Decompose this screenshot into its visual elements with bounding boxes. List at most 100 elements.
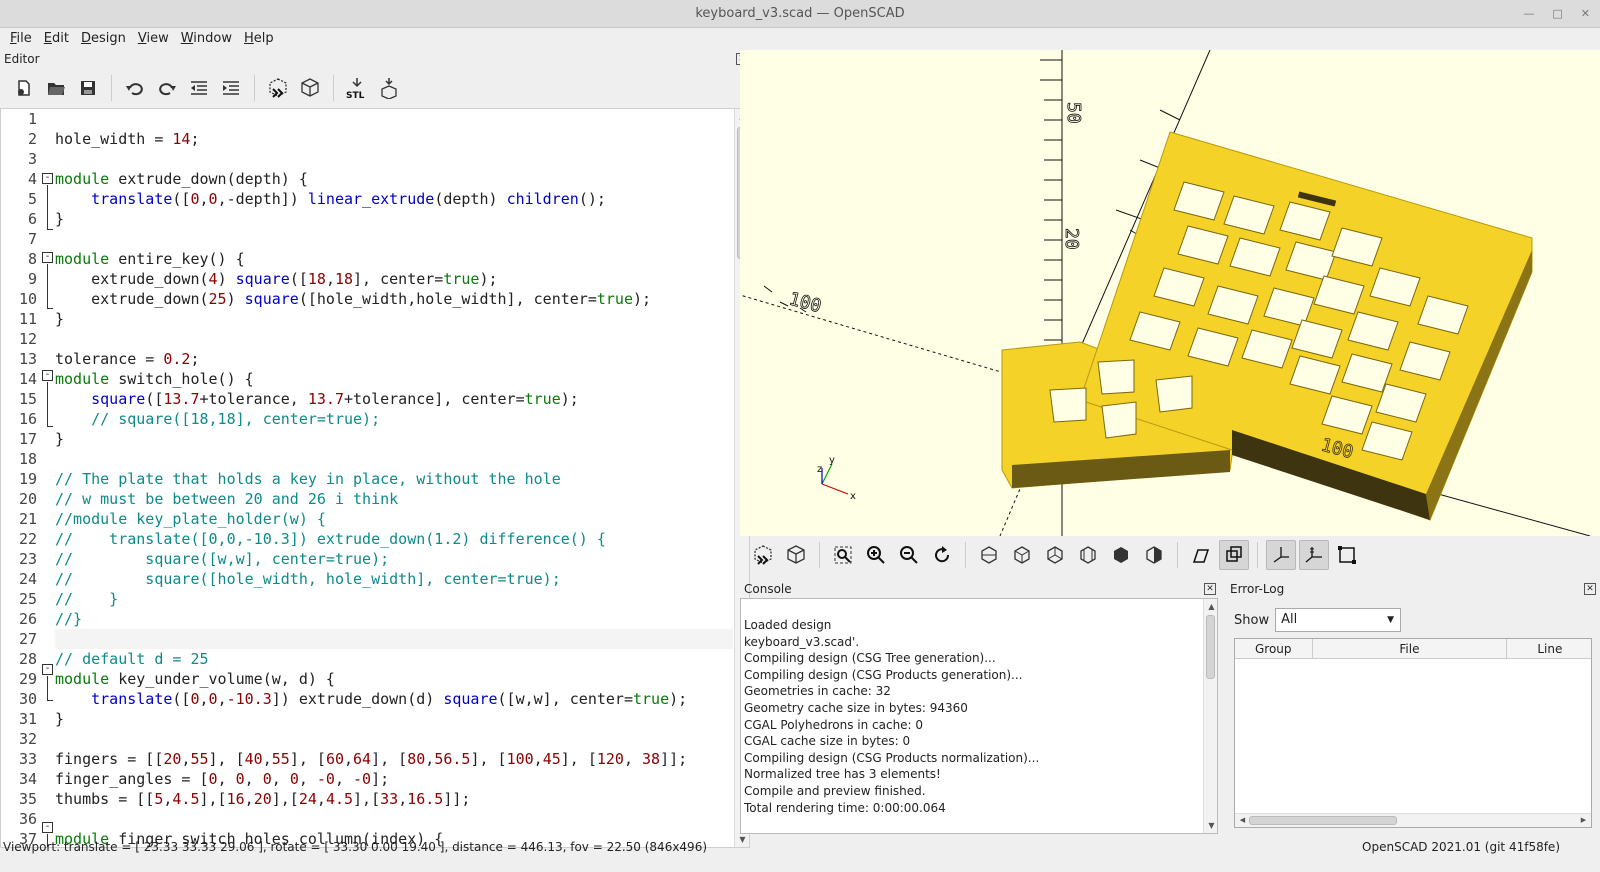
show-scale-icon[interactable] <box>1299 540 1329 570</box>
minimize-button[interactable]: — <box>1523 0 1534 28</box>
send-to-print-icon[interactable] <box>375 74 403 102</box>
error-log-horizontal-scrollbar[interactable]: ◀ ▶ <box>1235 813 1591 827</box>
menu-file[interactable]: File <box>4 28 38 50</box>
code-line[interactable]: } <box>55 309 733 329</box>
error-log-close-button[interactable]: ✕ <box>1584 583 1596 595</box>
code-line[interactable]: } <box>55 709 733 729</box>
code-line[interactable]: // } <box>55 589 733 609</box>
scroll-down-arrow-icon[interactable]: ▼ <box>1206 820 1217 831</box>
render-icon[interactable] <box>781 540 811 570</box>
fold-toggle[interactable]: - <box>42 173 53 184</box>
column-file[interactable]: File <box>1313 639 1508 658</box>
code-line[interactable] <box>55 629 733 649</box>
column-line[interactable]: Line <box>1507 639 1591 658</box>
scrollbar-thumb[interactable] <box>1206 615 1215 679</box>
export-stl-icon[interactable]: STL <box>343 74 371 102</box>
view-bottom-icon[interactable] <box>1040 540 1070 570</box>
code-line[interactable]: module key_under_volume(w, d) { <box>55 669 733 689</box>
reset-view-icon[interactable] <box>927 540 957 570</box>
scroll-left-arrow-icon[interactable]: ◀ <box>1237 815 1248 826</box>
code-line[interactable] <box>55 229 733 249</box>
error-log-table[interactable]: Group File Line ◀ ▶ <box>1234 638 1592 828</box>
code-line[interactable]: module switch_hole() { <box>55 369 733 389</box>
code-line[interactable]: // w must be between 20 and 26 i think <box>55 489 733 509</box>
code-line[interactable]: module entire_key() { <box>55 249 733 269</box>
perspective-icon[interactable] <box>1186 540 1216 570</box>
code-line[interactable]: fingers = [[20,55], [40,55], [60,64], [8… <box>55 749 733 769</box>
show-filter-select[interactable]: All ▼ <box>1275 608 1402 632</box>
show-edges-icon[interactable] <box>1332 540 1362 570</box>
code-line[interactable]: extrude_down(4) square([18,18], center=t… <box>55 269 733 289</box>
code-line[interactable]: // square([18,18], center=true); <box>55 409 733 429</box>
console-line: Normalized tree has 3 elements! <box>744 767 941 782</box>
view-right-icon[interactable] <box>974 540 1004 570</box>
code-line[interactable] <box>55 729 733 749</box>
menu-window[interactable]: Window <box>175 28 238 50</box>
menu-help[interactable]: Help <box>238 28 280 50</box>
code-line[interactable]: //module key_plate_holder(w) { <box>55 509 733 529</box>
code-line[interactable]: translate([0,0,-depth]) linear_extrude(d… <box>55 189 733 209</box>
zoom-out-icon[interactable] <box>894 540 924 570</box>
zoom-in-icon[interactable] <box>861 540 891 570</box>
code-line[interactable] <box>55 809 733 829</box>
code-line[interactable]: // translate([0,0,-10.3]) extrude_down(1… <box>55 529 733 549</box>
fold-toggle[interactable]: - <box>42 822 53 833</box>
unindent-icon[interactable] <box>185 74 213 102</box>
menu-design[interactable]: Design <box>75 28 132 50</box>
fold-toggle[interactable]: - <box>42 252 53 263</box>
code-line[interactable] <box>55 449 733 469</box>
scrollbar-thumb[interactable] <box>1249 816 1397 825</box>
code-line[interactable]: // square([hole_width, hole_width], cent… <box>55 569 733 589</box>
console-scrollbar[interactable]: ▲ ▼ <box>1203 599 1217 833</box>
render-icon[interactable] <box>296 74 324 102</box>
code-line[interactable]: module extrude_down(depth) { <box>55 169 733 189</box>
orthogonal-icon[interactable] <box>1219 540 1249 570</box>
code-line[interactable]: finger_angles = [0, 0, 0, 0, -0, -0]; <box>55 769 733 789</box>
close-window-button[interactable]: ✕ <box>1581 0 1590 28</box>
view-left-icon[interactable] <box>1073 540 1103 570</box>
code-editor[interactable]: 1 2 3 4 5 6 7 8 9 10 11 12 13 14 15 16 1… <box>0 108 750 848</box>
scroll-right-arrow-icon[interactable]: ▶ <box>1578 815 1589 826</box>
show-axes-icon[interactable] <box>1266 540 1296 570</box>
code-line[interactable]: tolerance = 0.2; <box>55 349 733 369</box>
view-front-icon[interactable] <box>1106 540 1136 570</box>
view-back-icon[interactable] <box>1139 540 1169 570</box>
console-output[interactable]: Loaded design keyboard_v3.scad'. Compili… <box>740 598 1218 834</box>
column-group[interactable]: Group <box>1235 639 1313 658</box>
code-line[interactable]: hole_width = 14; <box>55 129 733 149</box>
code-line[interactable] <box>55 329 733 349</box>
scale-label: 100 <box>787 289 824 318</box>
preview-icon[interactable] <box>264 74 292 102</box>
view-all-icon[interactable] <box>828 540 858 570</box>
redo-icon[interactable] <box>153 74 181 102</box>
code-line[interactable]: square([13.7+tolerance, 13.7+tolerance],… <box>55 389 733 409</box>
code-line[interactable] <box>55 109 733 129</box>
view-top-icon[interactable] <box>1007 540 1037 570</box>
code-line[interactable]: // The plate that holds a key in place, … <box>55 469 733 489</box>
code-line[interactable]: translate([0,0,-10.3]) extrude_down(d) s… <box>55 689 733 709</box>
code-line[interactable]: //} <box>55 609 733 629</box>
menu-edit[interactable]: Edit <box>38 28 75 50</box>
3d-viewport[interactable]: 100 50 20 100 x y z <box>740 50 1600 536</box>
code-line[interactable]: } <box>55 209 733 229</box>
save-icon[interactable] <box>74 74 102 102</box>
new-icon[interactable] <box>10 74 38 102</box>
code-line[interactable]: extrude_down(25) square([hole_width,hole… <box>55 289 733 309</box>
code-line[interactable]: thumbs = [[5,4.5],[16,20],[24,4.5],[33,1… <box>55 789 733 809</box>
svg-text:STL: STL <box>346 91 365 100</box>
fold-toggle[interactable]: - <box>42 664 53 675</box>
code-line[interactable]: } <box>55 429 733 449</box>
open-icon[interactable] <box>42 74 70 102</box>
code-line[interactable] <box>55 149 733 169</box>
maximize-button[interactable]: □ <box>1552 0 1562 28</box>
console-close-button[interactable]: ✕ <box>1204 583 1216 595</box>
line-number: 12 <box>18 330 37 348</box>
scroll-up-arrow-icon[interactable]: ▲ <box>1206 601 1217 612</box>
undo-icon[interactable] <box>121 74 149 102</box>
preview-icon[interactable] <box>748 540 778 570</box>
code-line[interactable]: // default d = 25 <box>55 649 733 669</box>
fold-toggle[interactable]: - <box>42 370 53 381</box>
indent-icon[interactable] <box>217 74 245 102</box>
menu-view[interactable]: View <box>132 28 175 50</box>
code-line[interactable]: // square([w,w], center=true); <box>55 549 733 569</box>
